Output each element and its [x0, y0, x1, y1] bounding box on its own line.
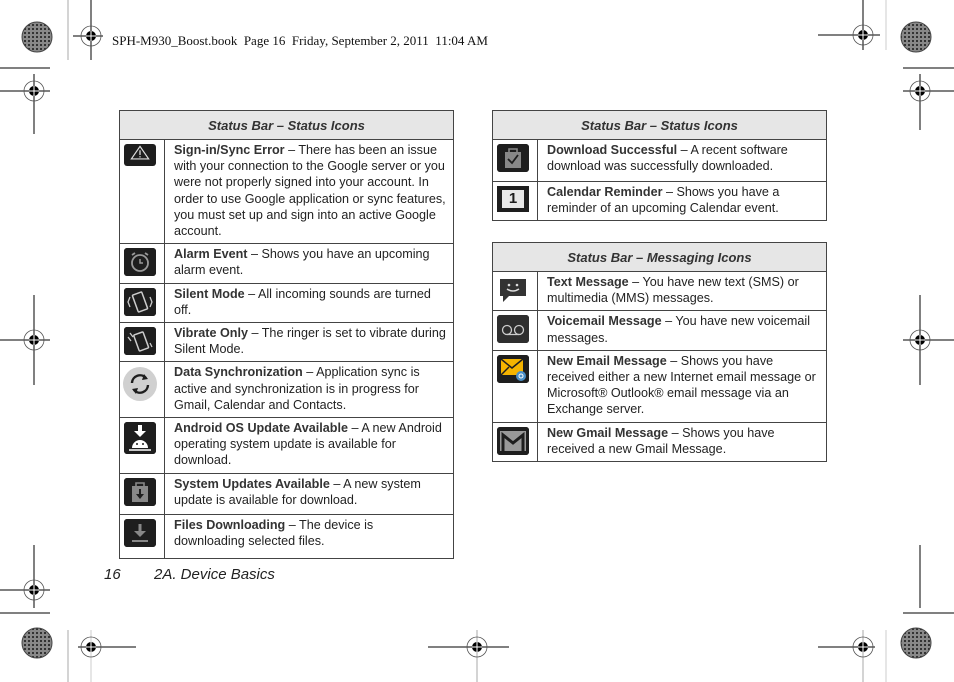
row-term: Voicemail Message — [547, 314, 662, 329]
table-row: System Updates Available – A new system … — [119, 472, 454, 515]
vibrate-icon — [124, 327, 156, 356]
sync-icon — [123, 367, 157, 402]
alarm-clock-icon — [124, 248, 156, 277]
text-message-icon — [500, 279, 526, 302]
table-row: Data Synchronization – Application sync … — [119, 361, 454, 419]
calendar-icon: 1 — [497, 186, 529, 212]
messaging-icons-table: Status Bar – Messaging Icons Text Messag… — [492, 242, 827, 463]
voicemail-icon — [497, 315, 529, 344]
table-row: Silent Mode – All incoming sounds are tu… — [119, 282, 454, 324]
system-update-icon — [124, 477, 156, 506]
registration-disc-bottom-left — [21, 627, 53, 659]
section-title: 2A. Device Basics — [154, 566, 275, 583]
table-row: Text Message – You have new text (SMS) o… — [492, 270, 827, 312]
status-icons-table-left: Status Bar – Status Icons Sign-in/Sync E… — [119, 110, 454, 559]
table-row: Alarm Event – Shows you have an upcoming… — [119, 243, 454, 284]
table-row: Download Successful – A recent software … — [492, 139, 827, 182]
table-row: Files Downloading – The device is downlo… — [119, 513, 454, 559]
table-title: Status Bar – Status Icons — [119, 110, 454, 140]
row-term: Files Downloading — [174, 517, 286, 532]
download-icon — [124, 518, 156, 547]
table-row: New Gmail Message – Shows you have recei… — [492, 421, 827, 463]
table-row: 1 Calendar Reminder – Shows you have a r… — [492, 180, 827, 222]
table-row: Android OS Update Available – A new Andr… — [119, 417, 454, 474]
registration-disc-top-right — [900, 21, 932, 53]
registration-disc-bottom-right — [900, 627, 932, 659]
row-term: New Gmail Message — [547, 425, 669, 440]
android-update-icon — [124, 422, 156, 455]
table-title: Status Bar – Status Icons — [492, 110, 827, 140]
table-row: New Email Message – Shows you have recei… — [492, 349, 827, 423]
row-term: Data Synchronization — [174, 365, 303, 380]
registration-disc-top-left — [21, 21, 53, 53]
page-number: 16 — [104, 566, 121, 583]
row-term: Android OS Update Available — [174, 421, 349, 436]
table-row: Voicemail Message – You have new voicema… — [492, 310, 827, 351]
row-term: System Updates Available — [174, 476, 330, 491]
row-desc: – There has been an issue with your conn… — [174, 143, 446, 239]
silent-mode-icon — [124, 287, 156, 316]
row-term: Alarm Event — [174, 247, 248, 262]
table-row: Sign-in/Sync Error – There has been an i… — [119, 138, 454, 245]
table-row: Vibrate Only – The ringer is set to vibr… — [119, 322, 454, 363]
print-header: SPH-M930_Boost.book Page 16 Friday, Sept… — [112, 33, 488, 48]
row-term: Vibrate Only — [174, 326, 248, 341]
row-term: Silent Mode — [174, 286, 245, 301]
row-term: Sign-in/Sync Error — [174, 143, 285, 157]
download-successful-icon — [497, 144, 529, 172]
row-term: Calendar Reminder — [547, 185, 663, 199]
gmail-icon — [497, 426, 529, 455]
status-icons-table-right: Status Bar – Status Icons Download Succe… — [492, 110, 827, 222]
email-icon — [497, 354, 529, 383]
row-term: Text Message — [547, 275, 629, 289]
table-title: Status Bar – Messaging Icons — [492, 242, 827, 272]
row-term: New Email Message — [547, 353, 667, 368]
calendar-day: 1 — [502, 190, 524, 208]
row-term: Download Successful — [547, 143, 678, 157]
warning-triangle-icon — [124, 144, 156, 166]
